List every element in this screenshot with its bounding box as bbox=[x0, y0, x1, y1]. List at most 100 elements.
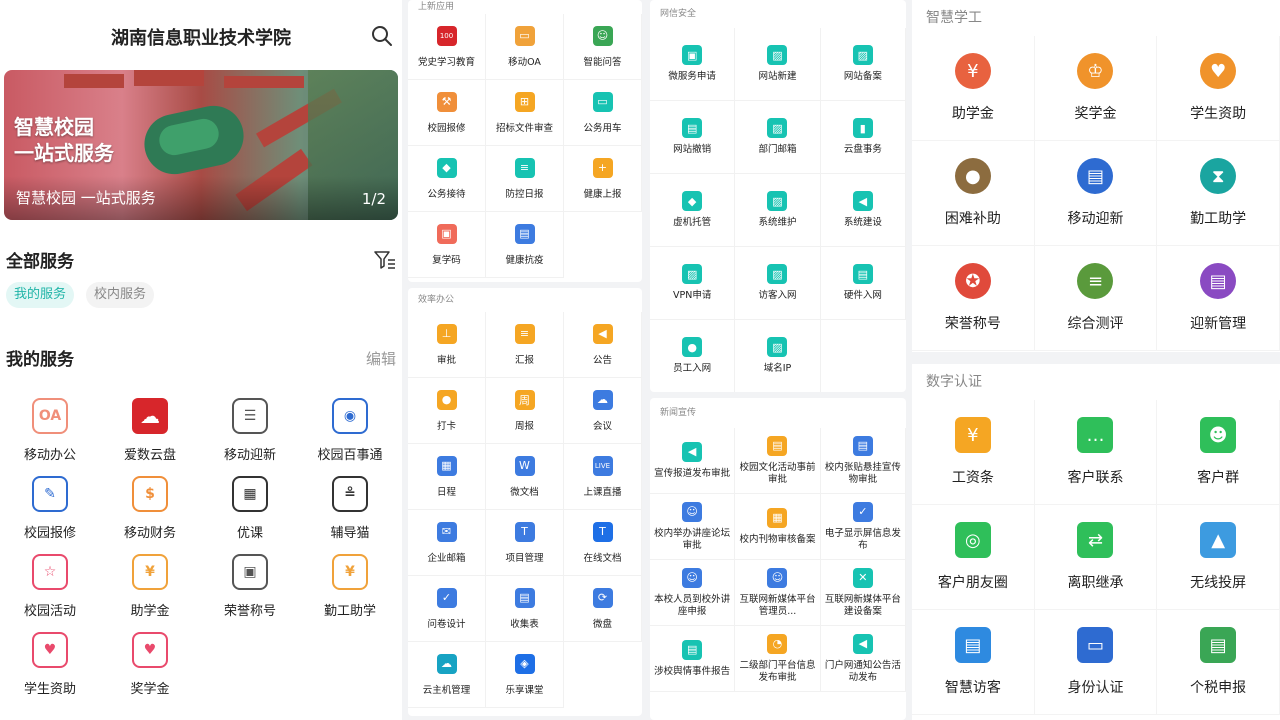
app-item[interactable]: ▨ VPN申请 bbox=[650, 247, 736, 320]
feature-item[interactable]: ⧗ 勤工助学 bbox=[1157, 141, 1280, 246]
app-item[interactable]: 100 党史学习教育 bbox=[408, 14, 486, 80]
service-item[interactable]: ¥ 勤工助学 bbox=[300, 554, 400, 632]
feature-item[interactable]: ✪ 荣誉称号 bbox=[912, 246, 1035, 351]
app-item[interactable]: ◔ 二级部门平台信息发布审批 bbox=[735, 626, 821, 692]
app-item[interactable]: ◀ 系统建设 bbox=[820, 174, 906, 247]
feature-item[interactable]: ▤ 移动迎新 bbox=[1034, 141, 1158, 246]
filter-icon[interactable] bbox=[374, 250, 396, 270]
feature-item[interactable]: ▤ 迎新管理 bbox=[1157, 246, 1280, 351]
app-item[interactable]: ▨ 网站新建 bbox=[735, 28, 821, 101]
app-item[interactable]: ▮ 云盘事务 bbox=[820, 101, 906, 174]
app-item[interactable]: ⊞ 招标文件审查 bbox=[486, 80, 564, 146]
app-item[interactable]: ● 员工入网 bbox=[650, 320, 736, 392]
app-item[interactable]: ▦ 日程 bbox=[408, 444, 486, 510]
app-item[interactable]: ● 打卡 bbox=[408, 378, 486, 444]
service-item[interactable]: ☰ 移动迎新 bbox=[200, 398, 300, 476]
app-label: 校内张贴悬挂宣传物审批 bbox=[824, 461, 901, 485]
app-item[interactable]: ☺ 本校人员到校外讲座申报 bbox=[650, 560, 736, 626]
app-item[interactable]: ✓ 电子显示屏信息发布 bbox=[820, 494, 906, 560]
tab-campus-services[interactable]: 校内服务 bbox=[86, 282, 155, 308]
app-item[interactable]: ▤ 硬件入网 bbox=[820, 247, 906, 320]
service-item[interactable]: ♥ 学生资助 bbox=[0, 632, 100, 710]
app-item[interactable]: ☁ 会议 bbox=[564, 378, 642, 444]
feature-item[interactable]: ▤ 智慧访客 bbox=[912, 610, 1035, 715]
feature-item[interactable]: ♥ 学生资助 bbox=[1157, 36, 1280, 141]
app-item[interactable]: ▦ 校内刊物审核备案 bbox=[735, 494, 821, 560]
app-item[interactable]: T 项目管理 bbox=[486, 510, 564, 576]
feature-item[interactable]: ♔ 奖学金 bbox=[1034, 36, 1158, 141]
app-item[interactable]: ▭ 公务用车 bbox=[564, 80, 642, 146]
app-item[interactable]: ▨ 访客入网 bbox=[735, 247, 821, 320]
service-item[interactable]: ◉ 校园百事通 bbox=[300, 398, 400, 476]
app-item[interactable]: + 健康上报 bbox=[564, 146, 642, 212]
service-item[interactable]: OA 移动办公 bbox=[0, 398, 100, 476]
app-item[interactable]: ▤ 收集表 bbox=[486, 576, 564, 642]
app-item[interactable]: ▤ 健康抗疫 bbox=[486, 212, 564, 278]
edit-button[interactable]: 编辑 bbox=[366, 348, 396, 369]
banner-carousel[interactable]: 智慧校园 一站式服务 智慧校园 一站式服务 1/2 bbox=[4, 70, 398, 220]
app-item[interactable]: ▨ 域名IP bbox=[735, 320, 821, 392]
app-item[interactable]: ✉ 企业邮箱 bbox=[408, 510, 486, 576]
feature-item[interactable]: ¥ 助学金 bbox=[912, 36, 1035, 141]
app-item[interactable]: ▨ 网站备案 bbox=[820, 28, 906, 101]
app-item[interactable]: ▣ 微服务申请 bbox=[650, 28, 736, 101]
app-item[interactable]: ⊥ 审批 bbox=[408, 312, 486, 378]
service-item[interactable]: ♥ 奖学金 bbox=[100, 632, 200, 710]
app-item[interactable]: T 在线文档 bbox=[564, 510, 642, 576]
app-item[interactable]: ▤ 网站撤销 bbox=[650, 101, 736, 174]
service-item[interactable]: $ 移动财务 bbox=[100, 476, 200, 554]
app-item[interactable]: ⚒ 校园报修 bbox=[408, 80, 486, 146]
feature-item[interactable]: ≡ 综合测评 bbox=[1034, 246, 1158, 351]
app-item[interactable]: ☺ 智能问答 bbox=[564, 14, 642, 80]
app-item[interactable]: ▤ 涉校舆情事件报告 bbox=[650, 626, 736, 692]
app-item[interactable]: ☁ 云主机管理 bbox=[408, 642, 486, 708]
app-item[interactable]: ≡ 防控日报 bbox=[486, 146, 564, 212]
app-item[interactable]: ◀ 门户网通知公告活动发布 bbox=[820, 626, 906, 692]
feature-item[interactable]: ☻ 客户群 bbox=[1157, 400, 1280, 505]
app-item[interactable]: ☺ 互联网新媒体平台管理员... bbox=[735, 560, 821, 626]
app-item[interactable]: ✕ 互联网新媒体平台建设备案 bbox=[820, 560, 906, 626]
feature-item[interactable]: ⇄ 离职继承 bbox=[1034, 505, 1158, 610]
app-label: 招标文件审查 bbox=[495, 122, 553, 134]
app-item[interactable]: ◆ 虚机托管 bbox=[650, 174, 736, 247]
app-item[interactable]: 周周报 bbox=[486, 378, 564, 444]
service-label: 校园报修 bbox=[23, 526, 76, 541]
service-item[interactable]: ☁ 爱数云盘 bbox=[100, 398, 200, 476]
app-item[interactable]: LIVE 上课直播 bbox=[564, 444, 642, 510]
app-item[interactable]: ◀ 公告 bbox=[564, 312, 642, 378]
feature-item[interactable]: ● 困难补助 bbox=[912, 141, 1035, 246]
app-item[interactable]: ▨ 部门邮箱 bbox=[735, 101, 821, 174]
service-item[interactable]: ☆ 校园活动 bbox=[0, 554, 100, 632]
app-item[interactable]: ▣ 复学码 bbox=[408, 212, 486, 278]
feature-item[interactable]: ◎ 客户朋友圈 bbox=[912, 505, 1035, 610]
app-item[interactable]: ▤ 校内张贴悬挂宣传物审批 bbox=[820, 428, 906, 494]
app-item[interactable]: ☺ 校内举办讲座论坛审批 bbox=[650, 494, 736, 560]
money-bag-icon: ¥ bbox=[132, 554, 168, 590]
app-item[interactable]: ◆ 公务接待 bbox=[408, 146, 486, 212]
service-item[interactable]: ✎ 校园报修 bbox=[0, 476, 100, 554]
search-icon[interactable] bbox=[370, 24, 394, 48]
app-item[interactable]: ◈ 乐享课堂 bbox=[486, 642, 564, 708]
tab-my-services[interactable]: 我的服务 bbox=[6, 282, 75, 308]
app-label: 审批 bbox=[436, 354, 456, 366]
welcome-manage-icon: ▤ bbox=[1200, 263, 1237, 299]
feature-item[interactable]: ▲ 无线投屏 bbox=[1157, 505, 1280, 610]
feature-label: 客户群 bbox=[1197, 470, 1240, 486]
service-item[interactable]: ≗ 辅导猫 bbox=[300, 476, 400, 554]
feature-item[interactable]: ▭ 身份认证 bbox=[1034, 610, 1158, 715]
new-apps-card: 上新应用 100 党史学习教育 ▭ 移动OA ☺ 智能问答 ⚒ 校园报修 ⊞ 招标文件审查 ▭ 公务用… bbox=[408, 0, 642, 282]
app-item[interactable]: ▨ 系统维护 bbox=[735, 174, 821, 247]
app-item[interactable]: ⟳ 微盘 bbox=[564, 576, 642, 642]
service-item[interactable]: ▦ 优课 bbox=[200, 476, 300, 554]
app-item[interactable]: ✓ 问卷设计 bbox=[408, 576, 486, 642]
app-item[interactable]: ▭ 移动OA bbox=[486, 14, 564, 80]
app-item[interactable]: W 微文档 bbox=[486, 444, 564, 510]
service-item[interactable]: ¥ 助学金 bbox=[100, 554, 200, 632]
feature-item[interactable]: ¥ 工资条 bbox=[912, 400, 1035, 505]
feature-item[interactable]: … 客户联系 bbox=[1034, 400, 1158, 505]
app-item[interactable]: ▤ 校园文化活动事前审批 bbox=[735, 428, 821, 494]
service-item[interactable]: ▣ 荣誉称号 bbox=[200, 554, 300, 632]
app-item[interactable]: ◀ 宣传报道发布审批 bbox=[650, 428, 736, 494]
app-item[interactable]: ≡ 汇报 bbox=[486, 312, 564, 378]
feature-item[interactable]: ▤ 个税申报 bbox=[1157, 610, 1280, 715]
